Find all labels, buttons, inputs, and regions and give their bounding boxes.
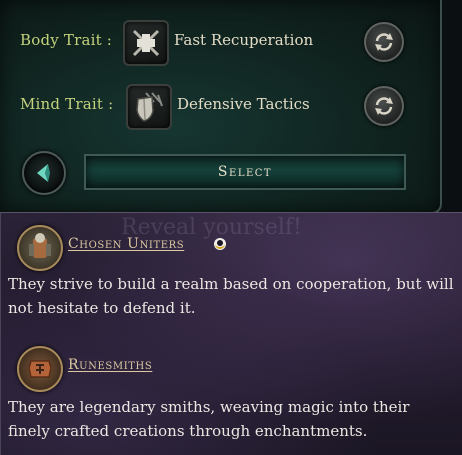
crescent-ring-icon	[214, 238, 226, 250]
reroll-icon	[375, 33, 393, 51]
body-trait-row: Body Trait : Fast Recuperation	[0, 18, 440, 66]
faction-description-chosen-uniters: They strive to build a realm based on co…	[8, 275, 454, 317]
uniters-emblem-icon	[17, 225, 63, 271]
body-trait-name: Fast Recuperation	[174, 31, 314, 49]
trait-panel: Body Trait : Fast Recuperation Mind Trai…	[0, 0, 442, 214]
faction-name-runesmiths[interactable]: Runesmiths	[68, 357, 152, 373]
mind-trait-row: Mind Trait : Defensive Tactics	[0, 82, 440, 130]
mind-trait-reroll-button[interactable]	[364, 86, 404, 126]
select-button[interactable]: Select	[84, 154, 406, 190]
faction-info-panel: Reveal yourself! Chosen Uniters They str…	[0, 212, 462, 455]
faction-name-chosen-uniters[interactable]: Chosen Uniters	[68, 236, 184, 252]
mind-trait-label: Mind Trait :	[20, 95, 114, 113]
reroll-icon	[375, 97, 393, 115]
crossed-swords-plus-icon[interactable]	[123, 20, 169, 66]
shield-arrows-icon[interactable]	[126, 84, 172, 130]
back-arrow-icon	[37, 164, 50, 182]
body-trait-label: Body Trait :	[20, 31, 113, 49]
back-button[interactable]	[22, 151, 66, 195]
faction-description-runesmiths: They are legendary smiths, weaving magic…	[8, 398, 410, 440]
runesmiths-emblem-icon	[17, 346, 63, 392]
mind-trait-name: Defensive Tactics	[177, 95, 310, 113]
body-trait-reroll-button[interactable]	[364, 22, 404, 62]
